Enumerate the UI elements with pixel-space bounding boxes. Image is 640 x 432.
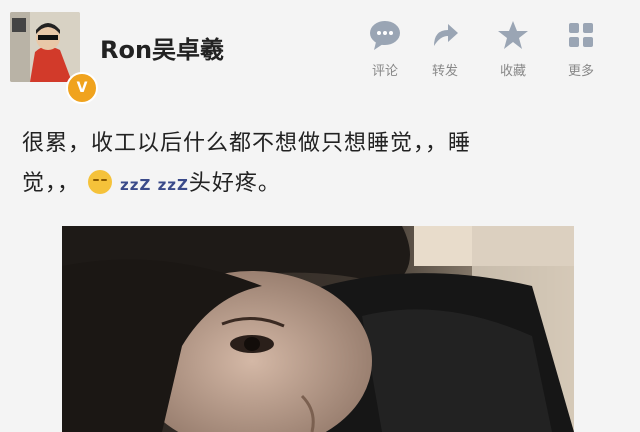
repost-button[interactable]: 转发 — [420, 18, 470, 88]
repost-label: 转发 — [431, 64, 458, 79]
username[interactable]: Ron吴卓羲 — [100, 30, 224, 65]
favorite-label: 收藏 — [499, 64, 526, 79]
more-button[interactable]: 更多 — [556, 18, 606, 88]
more-label: 更多 — [567, 64, 594, 79]
photo-image — [62, 226, 574, 432]
post-text-line-1: 很累，收工以后什么都不想做只想睡觉，，睡 — [22, 131, 472, 156]
post-text-segment: 觉，， — [22, 171, 81, 196]
post-photo[interactable] — [62, 226, 574, 432]
post-text: 很累，收工以后什么都不想做只想睡觉，，睡 觉，， zzZ zzZ头好疼。 — [22, 124, 602, 205]
comment-button[interactable]: 评论 — [360, 18, 410, 88]
post-header: V Ron吴卓羲 评论 转发 收藏 更多 — [0, 0, 640, 110]
avatar-image — [10, 12, 80, 82]
sleeping-zzz-icon: zzZ zzZ — [120, 176, 189, 194]
tired-face-emoji-icon — [88, 170, 113, 194]
comment-label: 评论 — [371, 64, 398, 79]
more-grid-icon — [569, 23, 593, 47]
post-text-line-2: 觉，， zzZ zzZ头好疼。 — [22, 164, 602, 205]
comment-icon — [370, 21, 400, 50]
action-bar: 评论 转发 收藏 更多 — [360, 18, 630, 88]
repost-icon — [434, 24, 458, 46]
post-text-segment-end: 头好疼。 — [188, 171, 281, 196]
favorite-button[interactable]: 收藏 — [488, 18, 538, 88]
avatar[interactable] — [10, 12, 80, 82]
verified-badge: V — [66, 72, 98, 104]
star-icon — [498, 21, 528, 49]
